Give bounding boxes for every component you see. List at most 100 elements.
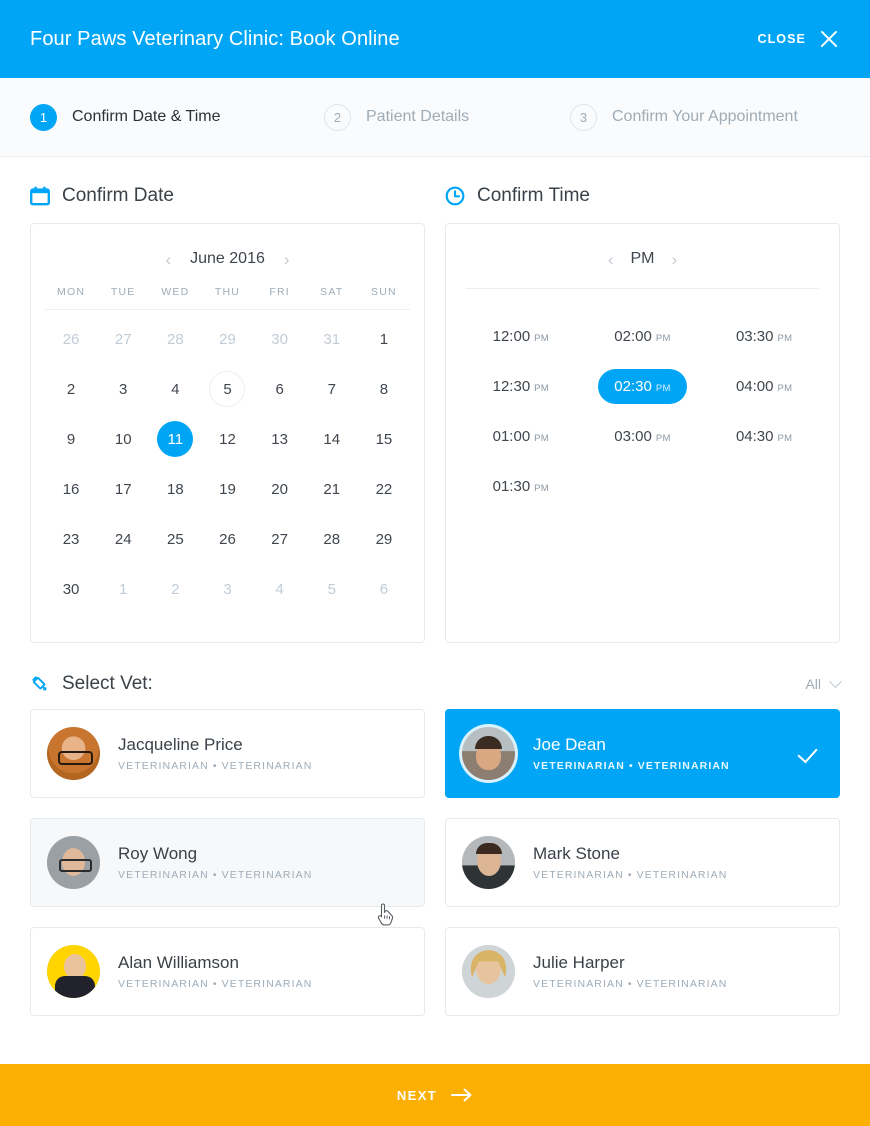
vet-card[interactable]: Mark Stone VETERINARIAN • VETERINARIAN	[445, 818, 840, 907]
calendar-day-cell[interactable]: 25	[149, 514, 201, 564]
vet-card[interactable]: Joe Dean VETERINARIAN • VETERINARIAN	[445, 709, 840, 798]
vet-name: Julie Harper	[533, 953, 625, 972]
time-slot[interactable]: 03:00 PM	[582, 411, 704, 461]
close-button-label: CLOSE	[757, 32, 806, 46]
time-slot[interactable]: 02:00 PM	[582, 311, 704, 361]
calendar-day-cell[interactable]: 30	[254, 314, 306, 364]
calendar-day-cell[interactable]: 30	[45, 564, 97, 614]
time-slot-inner: 12:00 PM	[477, 319, 565, 354]
vet-filter-dropdown[interactable]: All	[805, 674, 842, 692]
calendar-day-number: 7	[327, 380, 336, 398]
vet-role: VETERINARIAN • VETERINARIAN	[118, 978, 313, 990]
calendar-weekday-wed: WED	[161, 286, 190, 298]
calendar-day-cell[interactable]: 31	[306, 314, 358, 364]
calendar-day-cell[interactable]: 29	[358, 514, 410, 564]
time-slot[interactable]: 01:00 PM	[460, 411, 582, 461]
calendar-day-cell[interactable]: 22	[358, 464, 410, 514]
calendar-day-cell[interactable]: 24	[97, 514, 149, 564]
step-2-patient-details[interactable]: 2 Patient Details	[324, 103, 570, 131]
calendar-day-cell[interactable]: 29	[201, 314, 253, 364]
calendar-day-cell[interactable]: 6	[254, 364, 306, 414]
calendar-day-cell[interactable]: 18	[149, 464, 201, 514]
calendar-day-cell[interactable]: 13	[254, 414, 306, 464]
calendar-weekday-fri: FRI	[269, 286, 290, 298]
close-button[interactable]: CLOSE	[757, 28, 840, 50]
select-vet-title-group: Select Vet:	[30, 673, 153, 695]
calendar-day-cell[interactable]: 16	[45, 464, 97, 514]
vet-name: Alan Williamson	[118, 953, 239, 972]
time-next-period-button[interactable]: ›	[669, 249, 681, 270]
date-time-columns: Confirm Date ‹ June 2016 › MON TUE WED THU F…	[30, 185, 840, 643]
calendar-day-cell[interactable]: 14	[306, 414, 358, 464]
vet-role: VETERINARIAN • VETERINARIAN	[118, 760, 313, 772]
vet-card[interactable]: Alan Williamson VETERINARIAN • VETERINARI…	[30, 927, 425, 1016]
vet-card[interactable]: Julie Harper VETERINARIAN • VETERINARIAN	[445, 927, 840, 1016]
calendar-day-cell[interactable]: 5	[306, 564, 358, 614]
calendar-day-cell[interactable]: 3	[201, 564, 253, 614]
calendar-day-cell[interactable]: 1	[358, 314, 410, 364]
calendar-day-cell[interactable]: 3	[97, 364, 149, 414]
time-prev-period-button[interactable]: ‹	[605, 249, 617, 270]
calendar-day-cell[interactable]: 7	[306, 364, 358, 414]
confirm-time-title: Confirm Time	[477, 185, 590, 206]
vet-info: Julie Harper VETERINARIAN • VETERINARIAN	[533, 953, 727, 990]
vet-info: Roy Wong VETERINARIAN • VETERINARIAN	[118, 844, 312, 881]
modal-titlebar: Four Paws Veterinary Clinic: Book Online…	[0, 0, 870, 78]
time-slot-inner: 04:30 PM	[720, 419, 808, 454]
calendar-day-cell[interactable]: 20	[254, 464, 306, 514]
calendar-day-cell[interactable]: 17	[97, 464, 149, 514]
calendar-day-cell[interactable]: 11	[149, 414, 201, 464]
calendar-day-cell[interactable]: 26	[201, 514, 253, 564]
calendar-next-month-button[interactable]: ›	[281, 249, 293, 270]
confirm-date-title: Confirm Date	[62, 185, 174, 206]
time-slot[interactable]: 02:30 PM	[582, 361, 704, 411]
calendar-day-cell[interactable]: 4	[149, 364, 201, 414]
calendar-day-number: 25	[167, 530, 184, 548]
calendar-day-cell[interactable]: 26	[45, 314, 97, 364]
time-slot[interactable]: 04:00 PM	[703, 361, 825, 411]
vet-info: Joe Dean VETERINARIAN • VETERINARIAN	[533, 735, 730, 772]
calendar-day-cell[interactable]: 2	[45, 364, 97, 414]
calendar-day-cell[interactable]: 27	[254, 514, 306, 564]
time-slot[interactable]: 12:00 PM	[460, 311, 582, 361]
calendar-day-cell[interactable]: 19	[201, 464, 253, 514]
calendar-day-cell[interactable]: 4	[254, 564, 306, 614]
vet-role: VETERINARIAN • VETERINARIAN	[533, 760, 730, 772]
calendar-day-cell[interactable]: 28	[149, 314, 201, 364]
time-slot-time: 04:00	[735, 377, 774, 395]
confirm-date-column: Confirm Date ‹ June 2016 › MON TUE WED THU F…	[30, 185, 425, 643]
vet-name: Jacqueline Price	[118, 735, 243, 754]
vet-info: Alan Williamson VETERINARIAN • VETERINARI…	[118, 953, 312, 990]
calendar-prev-month-button[interactable]: ‹	[162, 249, 174, 270]
vet-card[interactable]: Roy Wong VETERINARIAN • VETERINARIAN	[30, 818, 425, 907]
calendar-day-cell[interactable]: 1	[97, 564, 149, 614]
vet-role: VETERINARIAN • VETERINARIAN	[533, 978, 728, 990]
calendar-day-cell[interactable]: 8	[358, 364, 410, 414]
time-slot[interactable]: 01:30 PM	[460, 461, 582, 511]
calendar-day-cell[interactable]: 10	[97, 414, 149, 464]
time-slot-inner: 04:00 PM	[720, 369, 808, 404]
calendar-day-number: 22	[375, 480, 393, 498]
calendar-day-cell[interactable]: 21	[306, 464, 358, 514]
calendar-day-cell[interactable]: 27	[97, 314, 149, 364]
calendar-day-cell[interactable]: 5	[201, 364, 253, 414]
time-slot[interactable]: 04:30 PM	[703, 411, 825, 461]
vet-card[interactable]: Jacqueline Price VETERINARIAN • VETERINAR…	[30, 709, 425, 798]
calendar-day-cell[interactable]: 2	[149, 564, 201, 614]
calendar-day-cell[interactable]: 9	[45, 414, 97, 464]
time-slot[interactable]: 12:30 PM	[460, 361, 582, 411]
calendar-weekday-thu: THU	[214, 286, 241, 298]
calendar-day-cell[interactable]: 23	[45, 514, 97, 564]
calendar-day-cell[interactable]: 28	[306, 514, 358, 564]
step-3-confirm-appointment[interactable]: 3 Confirm Your Appointment	[570, 103, 798, 131]
time-slot[interactable]: 03:30 PM	[703, 311, 825, 361]
calendar-day-cell[interactable]: 15	[358, 414, 410, 464]
time-slot-time: 02:00	[614, 327, 652, 345]
next-button[interactable]: NEXT	[0, 1064, 870, 1126]
calendar-weekday-sat: SAT	[320, 286, 344, 298]
select-vet-title: Select Vet:	[62, 673, 153, 694]
avatar-photo	[462, 945, 515, 998]
step-1-confirm-date-time[interactable]: 1 Confirm Date & Time	[30, 103, 324, 131]
calendar-day-cell[interactable]: 12	[201, 414, 253, 464]
calendar-day-cell[interactable]: 6	[358, 564, 410, 614]
